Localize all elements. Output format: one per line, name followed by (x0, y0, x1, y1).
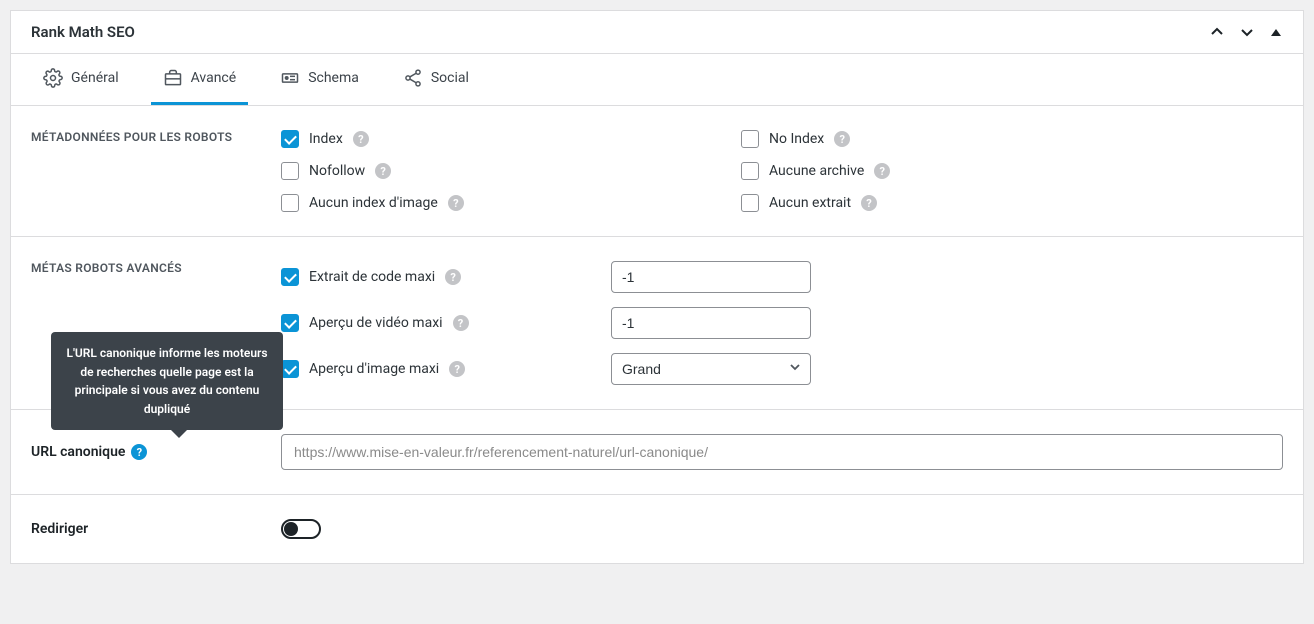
checkbox-max-image[interactable] (281, 360, 299, 378)
tab-bar: Général Avancé Schema Social (11, 54, 1303, 106)
help-icon[interactable]: ? (131, 444, 147, 460)
section-robots-meta: MÉTADONNÉES POUR LES ROBOTS Index ? No I… (11, 106, 1303, 237)
select-max-image[interactable] (611, 353, 811, 385)
tab-advanced-label: Avancé (191, 70, 237, 86)
label-index: Index (309, 131, 343, 147)
tab-social[interactable]: Social (391, 54, 481, 105)
label-max-video: Aperçu de vidéo maxi (309, 315, 443, 331)
checkbox-index[interactable] (281, 130, 299, 148)
checkbox-nofollow[interactable] (281, 162, 299, 180)
help-icon[interactable]: ? (861, 195, 877, 211)
checkbox-noimageindex[interactable] (281, 194, 299, 212)
briefcase-icon (163, 68, 183, 88)
help-icon[interactable]: ? (449, 361, 465, 377)
redirect-label: Rediriger (31, 519, 281, 539)
label-noimageindex: Aucun index d'image (309, 195, 438, 211)
label-max-snippet: Extrait de code maxi (309, 269, 435, 285)
help-icon[interactable]: ? (445, 269, 461, 285)
label-noindex: No Index (769, 131, 824, 147)
input-max-snippet[interactable] (611, 261, 811, 293)
tab-advanced[interactable]: Avancé (151, 54, 249, 105)
move-up-icon[interactable] (1209, 24, 1225, 40)
input-max-video[interactable] (611, 307, 811, 339)
help-icon[interactable]: ? (353, 131, 369, 147)
checkbox-max-snippet[interactable] (281, 268, 299, 286)
collapse-icon[interactable] (1269, 24, 1283, 40)
toggle-knob (284, 522, 298, 536)
checkbox-noindex[interactable] (741, 130, 759, 148)
move-down-icon[interactable] (1239, 24, 1255, 40)
panel-title: Rank Math SEO (31, 23, 135, 41)
canonical-tooltip: L'URL canonique informe les moteurs de r… (51, 332, 283, 430)
label-noarchive: Aucune archive (769, 163, 864, 179)
checkbox-max-video[interactable] (281, 314, 299, 332)
canonical-label-wrap: L'URL canonique informe les moteurs de r… (31, 434, 281, 470)
tab-schema-label: Schema (308, 70, 359, 86)
share-icon (403, 68, 423, 88)
help-icon[interactable]: ? (448, 195, 464, 211)
checkbox-noarchive[interactable] (741, 162, 759, 180)
tab-general[interactable]: Général (31, 54, 131, 105)
label-max-image: Aperçu d'image maxi (309, 361, 439, 377)
help-icon[interactable]: ? (874, 163, 890, 179)
input-canonical-url[interactable] (281, 434, 1283, 470)
label-nosnippet: Aucun extrait (769, 195, 851, 211)
schema-icon (280, 68, 300, 88)
toggle-redirect[interactable] (281, 519, 321, 539)
checkbox-nosnippet[interactable] (741, 194, 759, 212)
help-icon[interactable]: ? (375, 163, 391, 179)
canonical-label: URL canonique (31, 444, 125, 460)
section-canonical: L'URL canonique informe les moteurs de r… (11, 410, 1303, 495)
tab-general-label: Général (71, 70, 119, 86)
section-redirect: Rediriger (11, 495, 1303, 563)
gear-icon (43, 68, 63, 88)
robots-meta-heading: MÉTADONNÉES POUR LES ROBOTS (31, 130, 281, 212)
label-nofollow: Nofollow (309, 163, 365, 179)
seo-panel: Rank Math SEO Général Avancé Schema (10, 10, 1304, 564)
help-icon[interactable]: ? (453, 315, 469, 331)
tab-social-label: Social (431, 70, 469, 86)
help-icon[interactable]: ? (834, 131, 850, 147)
panel-controls (1209, 24, 1283, 40)
tab-schema[interactable]: Schema (268, 54, 371, 105)
panel-header: Rank Math SEO (11, 11, 1303, 54)
